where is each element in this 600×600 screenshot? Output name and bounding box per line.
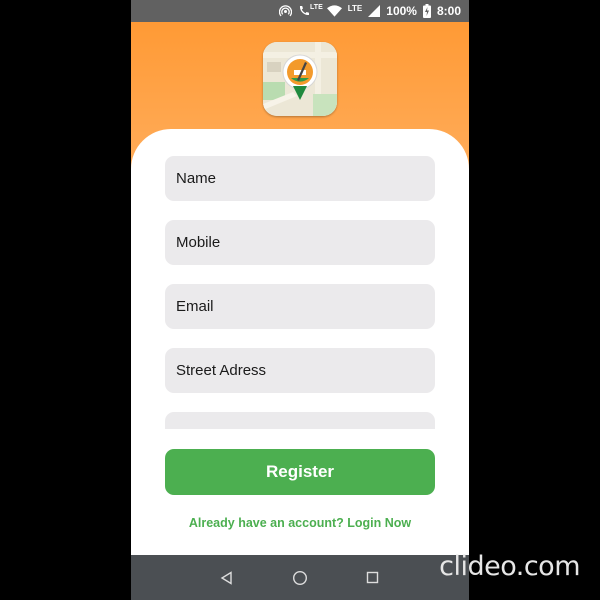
email-field[interactable] — [165, 284, 435, 329]
navigation-bar — [131, 555, 469, 600]
email-input[interactable] — [174, 297, 435, 316]
wifi-icon — [326, 5, 342, 17]
battery-percentage: 100% — [386, 4, 417, 18]
map-pin-logo-icon — [263, 42, 337, 116]
hotspot-icon — [279, 4, 293, 18]
signal-icon — [368, 5, 381, 17]
mobile-input[interactable] — [174, 233, 435, 252]
clock: 8:00 — [436, 4, 461, 18]
home-circle-icon[interactable] — [285, 563, 315, 593]
next-input[interactable] — [174, 425, 435, 429]
name-field[interactable] — [165, 156, 435, 201]
recents-square-icon[interactable] — [358, 563, 388, 593]
battery-charging-icon — [422, 4, 431, 18]
back-triangle-icon[interactable] — [212, 563, 242, 593]
phone-screen: LTE LTE 100% 8:00 Name Mobile Email Stre… — [131, 0, 469, 600]
next-field[interactable] — [165, 412, 435, 429]
login-now-link[interactable]: Already have an account? Login Now — [131, 516, 469, 530]
street-address-input[interactable] — [174, 361, 435, 380]
lte-small-label: LTE — [310, 3, 323, 11]
mobile-field[interactable] — [165, 220, 435, 265]
volte-call-icon: LTE — [298, 3, 323, 17]
status-bar: LTE LTE 100% 8:00 — [131, 0, 469, 22]
lte-label: LTE — [347, 3, 363, 13]
watermark: clideo.com — [439, 551, 580, 582]
name-input[interactable] — [174, 169, 435, 188]
register-button[interactable]: Register — [165, 449, 435, 495]
street-address-field[interactable] — [165, 348, 435, 393]
registration-form[interactable] — [165, 156, 435, 429]
